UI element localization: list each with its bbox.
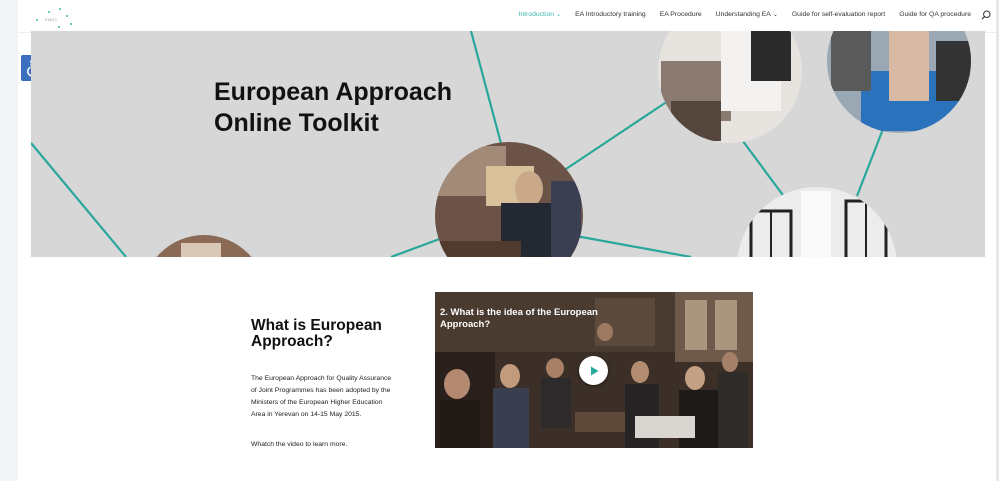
intro-cta-text: Whatch the video to learn more. — [251, 441, 348, 448]
main-nav: Introduction ⌄ EA Introductory training EA … — [519, 11, 972, 18]
nav-item-label: EA Introductory training — [575, 11, 646, 18]
video-player[interactable]: 2. What is the idea of the European Appr… — [435, 292, 753, 448]
nav-item-guide-for-qa-procedure[interactable]: Guide for QA procedure — [899, 11, 971, 18]
nav-item-label: Guide for QA procedure — [899, 11, 971, 18]
search-icon[interactable] — [981, 10, 991, 20]
nav-item-ea-procedure[interactable]: EA Procedure — [660, 11, 702, 18]
nav-item-label: EA Procedure — [659, 11, 702, 18]
site-header: EMQT Introduction ⌄ EA Introductory traini… — [18, 0, 999, 33]
chevron-down-icon: ⌄ — [772, 12, 778, 18]
nav-item-understanding-ea[interactable]: Understanding EA ⌄ — [716, 11, 778, 18]
hero-title: European Approach Online Toolkit — [214, 77, 452, 139]
nav-item-guide-for-self-evaluation-report[interactable]: Guide for self-evaluation report — [792, 11, 885, 18]
chevron-down-icon: ⌄ — [556, 12, 562, 18]
intro-paragraph: The European Approach for Quality Assura… — [251, 375, 392, 418]
nav-item-label: Introduction — [518, 11, 555, 18]
hero-banner: European Approach Online Toolkit — [31, 31, 985, 257]
intro-heading: What is European Approach? — [251, 317, 382, 350]
hero-network-graphic — [31, 31, 971, 257]
hero-title-line1: European Approach — [214, 78, 452, 106]
play-button[interactable] — [579, 356, 608, 385]
page: EMQT Introduction ⌄ EA Introductory traini… — [18, 0, 999, 481]
nav-item-label: Understanding EA — [715, 11, 771, 18]
video-title: 2. What is the idea of the European Appr… — [440, 307, 598, 330]
play-icon — [590, 366, 598, 375]
logo-text: EMQT — [45, 17, 58, 22]
nav-item-ea-introductory-training[interactable]: EA Introductory training — [575, 11, 646, 18]
nav-item-introduction[interactable]: Introduction ⌄ — [519, 11, 562, 18]
nav-item-label: Guide for self-evaluation report — [791, 11, 886, 18]
site-logo[interactable]: EMQT — [34, 6, 80, 28]
hero-title-line2: Online Toolkit — [214, 109, 379, 137]
